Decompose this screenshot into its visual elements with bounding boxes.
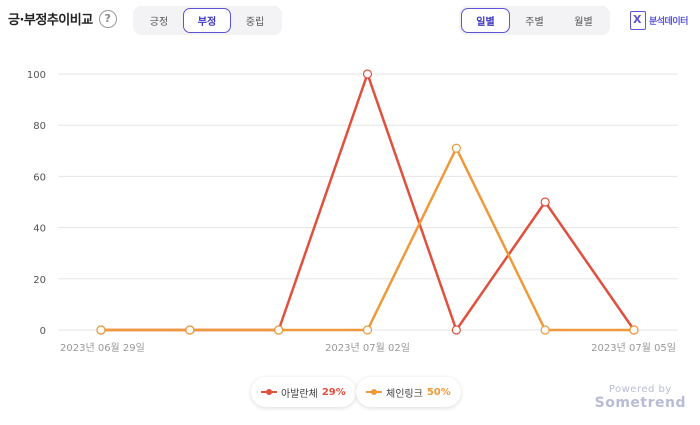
legend-marker-icon (261, 388, 277, 396)
data-point-series-2 (96, 325, 106, 335)
data-point-series-1 (451, 325, 461, 335)
legend-label: 아발란체 (281, 388, 318, 400)
y-tick-label: 100 (27, 70, 46, 81)
x-tick-label: 2023년 07월 05일 (591, 342, 676, 354)
page-title: 긍·부정추이비교 (8, 13, 93, 28)
brand-name: Sometrend (594, 395, 686, 411)
legend-item-series-2[interactable]: 체인링크 50% (356, 377, 461, 407)
chart-title-group: 긍·부정추이비교 ? (8, 9, 117, 28)
line-chart: 0 20 40 60 80 100 2023년 06월 29일 2023년 07월 02일 20… (27, 69, 678, 354)
legend-share: 50% (426, 386, 451, 398)
legend-label: 체인링크 (386, 388, 423, 400)
data-point-series-1 (362, 69, 373, 79)
data-point-series-2 (540, 325, 550, 335)
series-line-2 (101, 145, 634, 332)
powered-by-logo: Powered by Sometrend (595, 384, 686, 411)
legend-marker-icon (366, 388, 382, 396)
legend-item-series-1[interactable]: 아발란체 29% (251, 377, 356, 407)
x-tick-label: 2023년 06월 29일 (60, 342, 145, 354)
y-tick-label: 60 (33, 172, 46, 183)
powered-by-text: Powered by (608, 384, 672, 395)
excel-icon (630, 11, 646, 30)
tab-positive[interactable]: 긍정 (135, 8, 183, 33)
period-toggle: 일별 주별 월별 (459, 6, 610, 35)
legend-share: 29% (321, 386, 346, 398)
x-tick-label: 2023년 07월 02일 (325, 342, 410, 354)
tab-daily[interactable]: 일별 (461, 8, 510, 33)
y-tick-label: 0 (40, 326, 46, 337)
sentiment-toggle: 긍정 부정 중립 (133, 6, 282, 35)
tab-monthly[interactable]: 월별 (559, 8, 608, 33)
analysis-data-button[interactable]: 분석데이터 (630, 11, 688, 30)
series-line-1 (101, 70, 636, 333)
y-tick-label: 20 (33, 275, 46, 286)
data-point-series-2 (185, 325, 195, 335)
data-point-series-1 (540, 197, 550, 207)
y-tick-label: 40 (33, 224, 46, 235)
data-point-series-2 (629, 325, 639, 335)
data-point-series-2 (451, 143, 461, 153)
tab-weekly[interactable]: 주별 (510, 8, 559, 33)
tab-neutral[interactable]: 중립 (231, 8, 279, 33)
data-point-series-2 (274, 325, 284, 335)
tab-negative[interactable]: 부정 (183, 8, 231, 33)
analysis-data-label: 분석데이터 (649, 17, 688, 27)
help-icon[interactable]: ? (98, 9, 117, 28)
data-point-series-2 (362, 325, 373, 335)
y-tick-label: 80 (33, 121, 46, 132)
